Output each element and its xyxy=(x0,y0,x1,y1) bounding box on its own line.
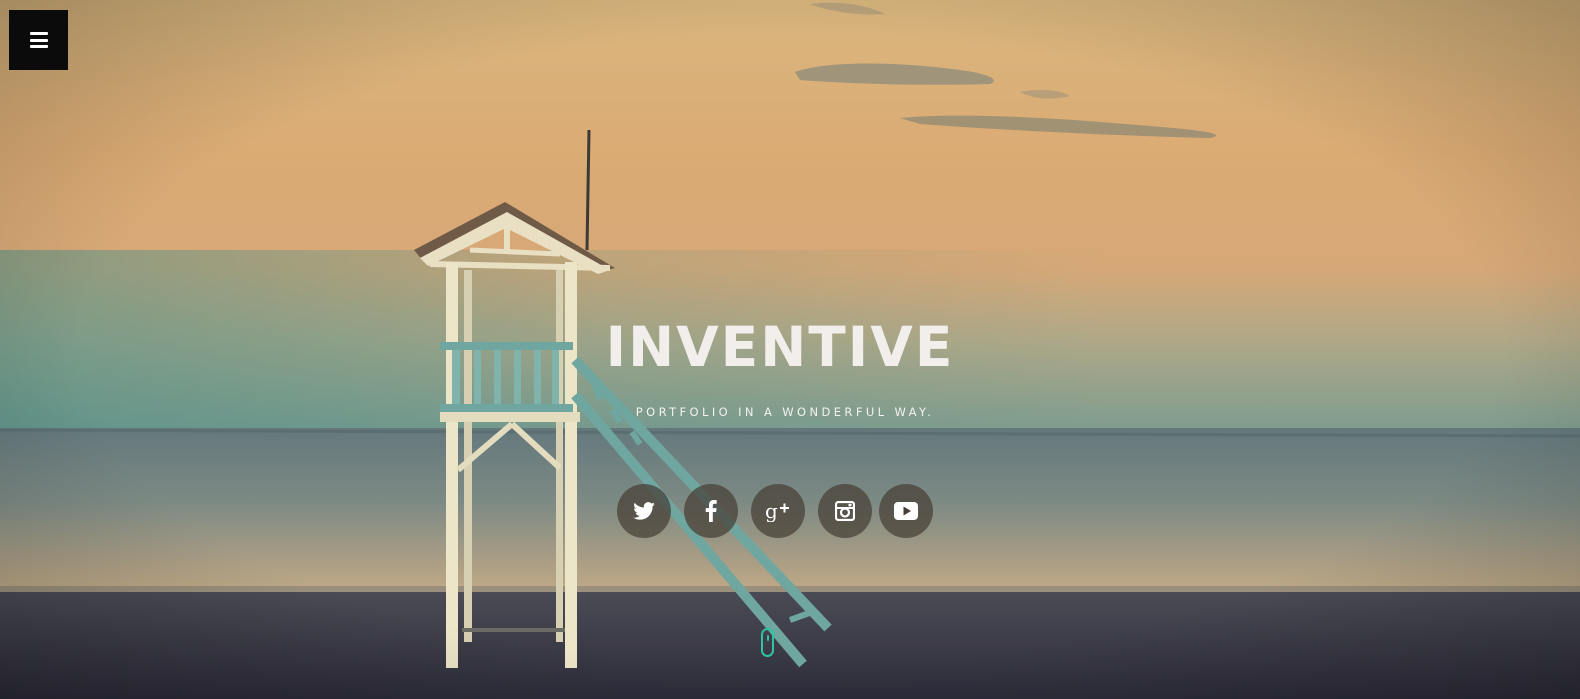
hero-title: INVENTIVE xyxy=(605,315,955,379)
hamburger-menu-icon xyxy=(29,32,48,48)
youtube-icon xyxy=(894,502,918,520)
instagram-icon xyxy=(835,501,855,521)
facebook-icon xyxy=(705,500,717,522)
hero-subtitle: PORTFOLIO IN A WONDERFUL WAY. xyxy=(635,405,935,419)
social-link-google-plus[interactable]: g xyxy=(751,484,805,538)
svg-text:g: g xyxy=(765,500,778,522)
mouse-scroll-icon[interactable] xyxy=(761,628,774,657)
social-link-instagram[interactable] xyxy=(818,484,872,538)
social-links: g xyxy=(0,484,1580,540)
social-link-youtube[interactable] xyxy=(879,484,933,538)
twitter-icon xyxy=(633,502,655,520)
social-link-facebook[interactable] xyxy=(684,484,738,538)
hero-section: INVENTIVE PORTFOLIO IN A WONDERFUL WAY. … xyxy=(0,0,1580,699)
social-link-twitter[interactable] xyxy=(617,484,671,538)
menu-toggle-button[interactable] xyxy=(9,10,68,70)
google-plus-icon: g xyxy=(765,500,789,522)
